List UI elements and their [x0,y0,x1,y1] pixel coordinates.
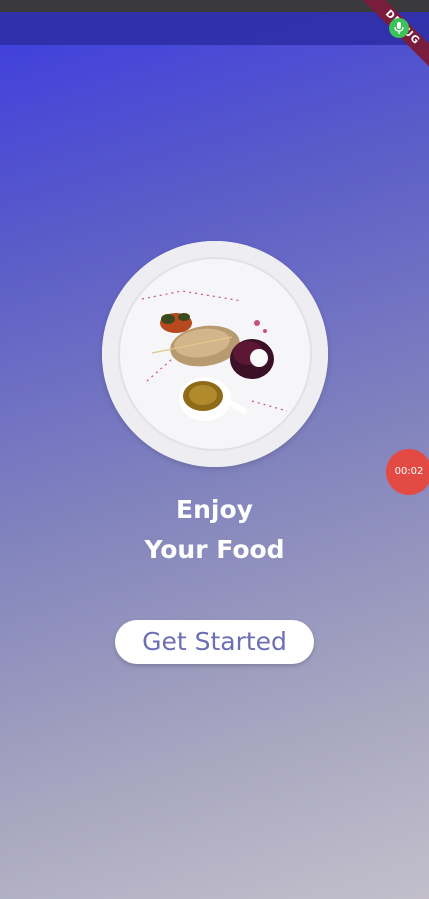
splash-screen: DEBUG [0,0,429,899]
status-bar [0,12,429,45]
headline-line-2: Your Food [144,535,285,564]
get-started-button[interactable]: Get Started [115,620,314,664]
microphone-icon [389,18,409,38]
headline: Enjoy Your Food [0,490,429,570]
headline-line-1: Enjoy [176,495,253,524]
screen-recorder-timer[interactable]: 00:02 [386,449,429,495]
food-plate-image [102,241,328,467]
